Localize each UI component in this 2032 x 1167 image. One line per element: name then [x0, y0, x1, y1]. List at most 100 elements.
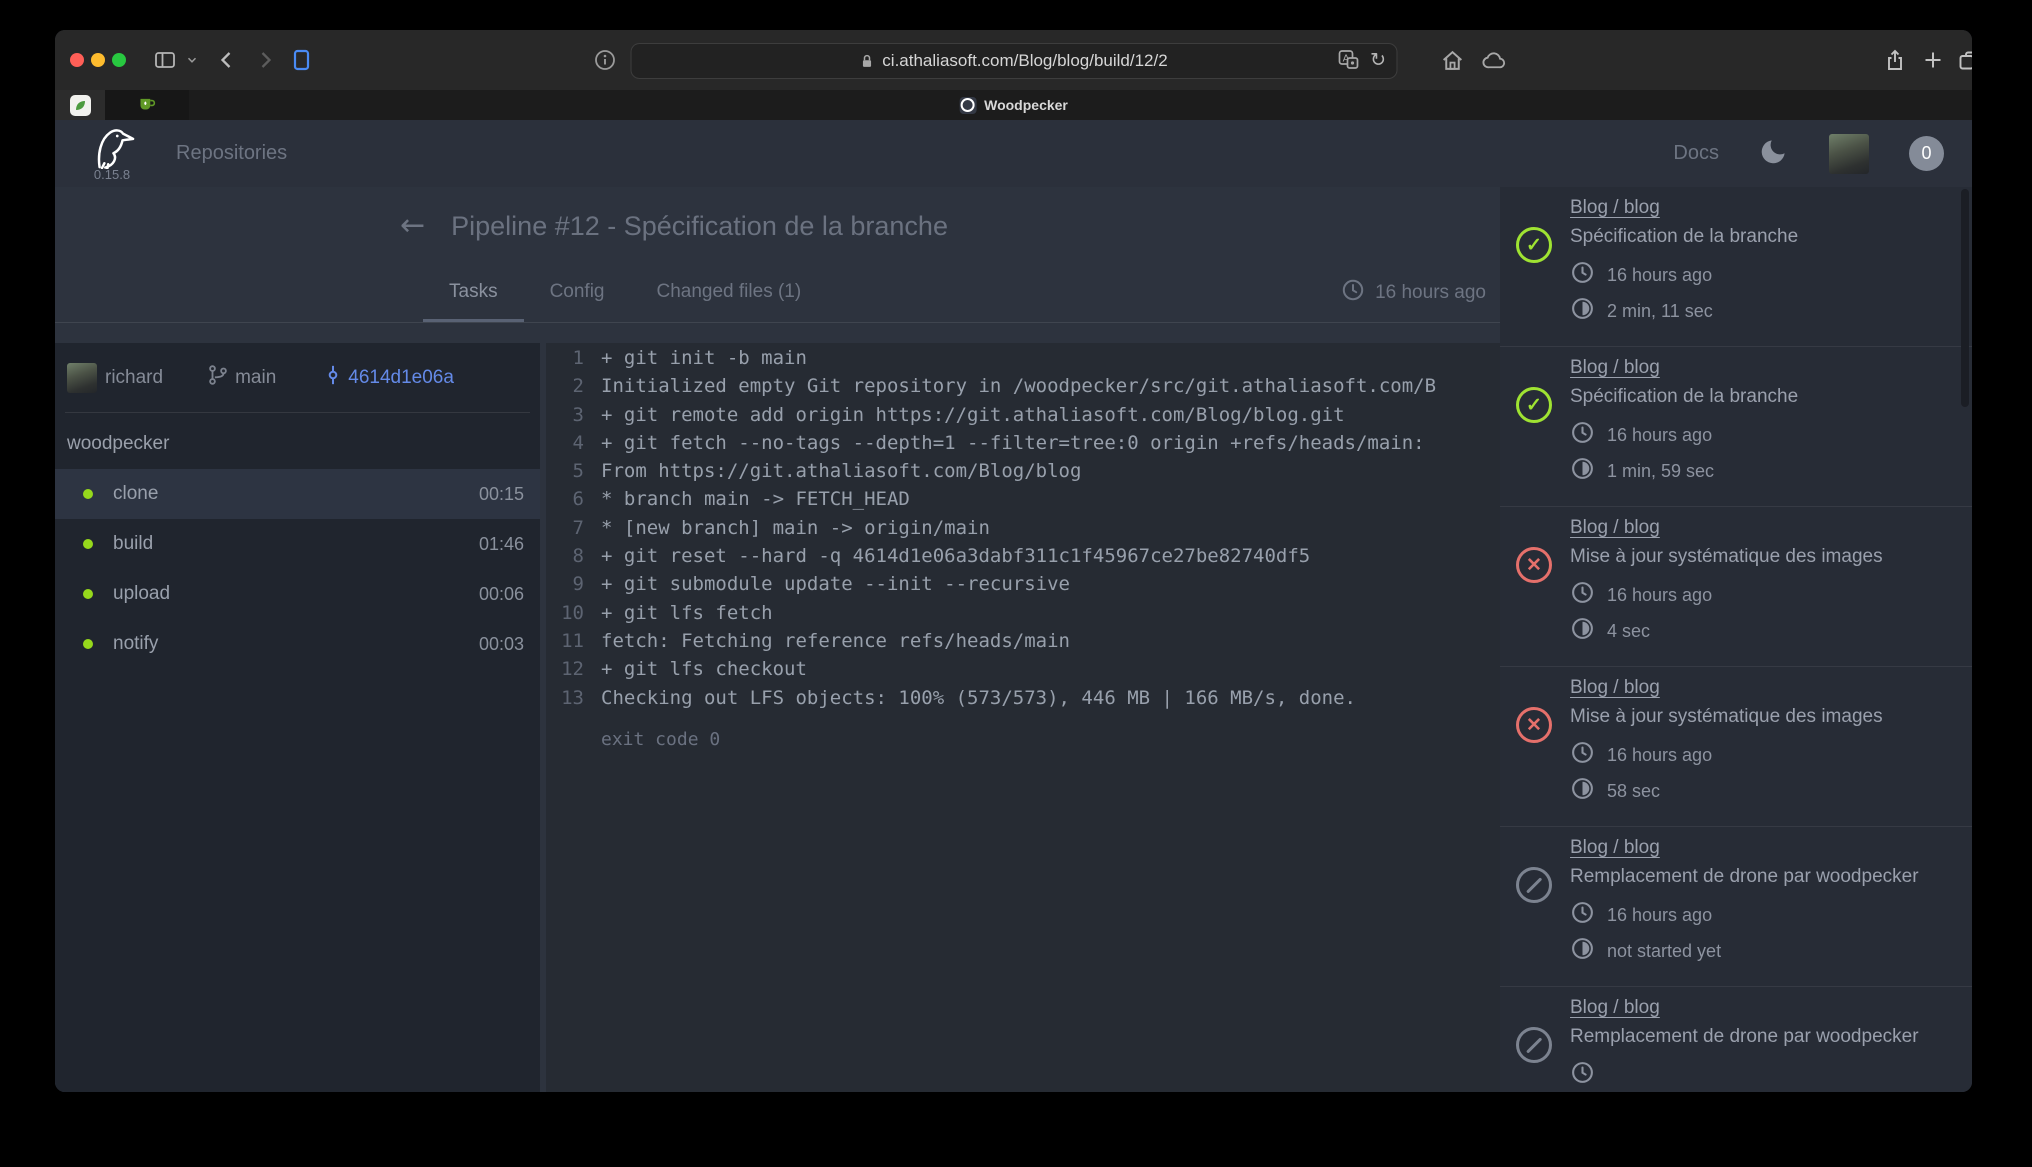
line-number: 3: [546, 401, 584, 429]
line-number: 11: [546, 627, 584, 655]
entry-duration: 1 min, 59 sec: [1607, 461, 1714, 482]
line-text: + git lfs fetch: [584, 599, 773, 627]
zoom-window-button[interactable]: [112, 53, 126, 67]
active-tab[interactable]: Woodpecker: [959, 90, 1068, 120]
active-tab-title: Woodpecker: [984, 97, 1068, 113]
cloud-icon[interactable]: [1481, 48, 1505, 72]
pipeline-tab[interactable]: Tasks: [423, 265, 524, 322]
share-icon[interactable]: [1883, 48, 1907, 72]
line-text: * branch main -> FETCH_HEAD: [584, 485, 910, 513]
console-log[interactable]: 1 + git init -b main 2 Initialized empty…: [546, 343, 1500, 1092]
line-number: 2: [546, 372, 584, 400]
notification-count-badge[interactable]: 0: [1909, 136, 1944, 171]
tab-label: Config: [550, 281, 605, 303]
commit-message: Remplacement de drone par woodpecker: [1570, 866, 1919, 888]
repo-link[interactable]: Blog / blog: [1570, 837, 1919, 859]
back-arrow-icon[interactable]: ←: [400, 211, 425, 241]
author-name: richard: [105, 367, 163, 389]
line-number: 4: [546, 429, 584, 457]
forward-icon[interactable]: [253, 48, 277, 72]
pipeline-status-icon: ✓: [1516, 387, 1552, 423]
reading-list-icon[interactable]: [289, 48, 313, 72]
repo-link[interactable]: Blog / blog: [1570, 997, 1919, 1019]
line-text: + git remote add origin https://git.atha…: [584, 401, 1345, 429]
sidebar-scrollbar[interactable]: [1961, 189, 1969, 407]
steps-panel: richard main 4614: [55, 343, 540, 1092]
pipeline-status-icon: ✕: [1516, 547, 1552, 583]
duration-icon: [1570, 456, 1595, 486]
author-avatar: [67, 363, 97, 393]
pipeline-entry[interactable]: ✕ Blog / blog Mise à jour systématique d…: [1500, 507, 1972, 667]
commit-message: Remplacement de drone par woodpecker: [1570, 1026, 1919, 1048]
pinned-tab-2[interactable]: [105, 90, 189, 120]
step-row[interactable]: notify 00:03: [55, 619, 540, 669]
reload-icon[interactable]: ↻: [1370, 48, 1386, 72]
repo-link[interactable]: Blog / blog: [1570, 677, 1883, 699]
entry-time-ago: 16 hours ago: [1607, 745, 1712, 766]
clock-icon: [1570, 900, 1595, 930]
close-window-button[interactable]: [70, 53, 84, 67]
nav-repositories-link[interactable]: Repositories: [176, 142, 287, 165]
tab-label: Changed files (1): [657, 281, 802, 303]
step-row[interactable]: upload 00:06: [55, 569, 540, 619]
entry-duration: 4 sec: [1607, 621, 1650, 642]
duration-icon: [1570, 936, 1595, 966]
duration-icon: [1570, 776, 1595, 806]
line-number: 8: [546, 542, 584, 570]
commit-hash-link[interactable]: 4614d1e06a: [348, 367, 454, 389]
pipeline-tab[interactable]: Config: [524, 265, 631, 322]
pipeline-entry[interactable]: ✓ Blog / blog Spécification de la branch…: [1500, 187, 1972, 347]
pipeline-tab[interactable]: Changed files (1): [631, 265, 828, 322]
console-line: 3 + git remote add origin https://git.at…: [546, 401, 1500, 429]
translate-icon[interactable]: A: [1336, 48, 1360, 72]
git-commit-icon: [322, 363, 344, 393]
pipeline-entry[interactable]: ✕ Blog / blog Mise à jour systématique d…: [1500, 667, 1972, 827]
branch-name[interactable]: main: [235, 367, 276, 389]
step-status-dot-icon: [83, 489, 93, 499]
chevron-down-icon[interactable]: [185, 53, 209, 77]
browser-toolbar: ci.athaliasoft.com/Blog/blog/build/12/2 …: [55, 30, 1972, 90]
clock-icon: [1570, 1060, 1595, 1090]
dark-mode-moon-icon[interactable]: [1759, 136, 1789, 171]
page-info-icon[interactable]: [593, 48, 617, 72]
step-duration: 00:03: [479, 634, 524, 655]
console-line: 10 + git lfs fetch: [546, 599, 1500, 627]
woodpecker-logo[interactable]: 0.15.8: [80, 125, 144, 182]
line-text: From https://git.athaliasoft.com/Blog/bl…: [584, 457, 1081, 485]
step-status-dot-icon: [83, 539, 93, 549]
tab-overview-icon[interactable]: [1957, 48, 1972, 72]
user-avatar[interactable]: [1829, 134, 1869, 174]
line-number: 9: [546, 570, 584, 598]
line-number: 10: [546, 599, 584, 627]
exit-code: exit code 0: [546, 726, 1500, 754]
line-number: 1: [546, 344, 584, 372]
minimize-window-button[interactable]: [91, 53, 105, 67]
console-line: 2 Initialized empty Git repository in /w…: [546, 372, 1500, 400]
new-tab-icon[interactable]: [1921, 48, 1945, 72]
home-icon[interactable]: [1440, 48, 1464, 72]
docs-link[interactable]: Docs: [1673, 142, 1719, 165]
pipeline-entry[interactable]: Blog / blog Remplacement de drone par wo…: [1500, 987, 1972, 1092]
step-row[interactable]: build 01:46: [55, 519, 540, 569]
line-number: 6: [546, 485, 584, 513]
clock-icon: [1570, 420, 1595, 450]
pipeline-entry[interactable]: Blog / blog Remplacement de drone par wo…: [1500, 827, 1972, 987]
pinned-tab-1[interactable]: [55, 90, 105, 120]
step-duration: 01:46: [479, 534, 524, 555]
pipeline-list-sidebar: ✓ Blog / blog Spécification de la branch…: [1500, 187, 1972, 1092]
git-branch-icon: [207, 363, 229, 393]
line-text: Initialized empty Git repository in /woo…: [584, 372, 1436, 400]
step-status-dot-icon: [83, 639, 93, 649]
console-line: 12 + git lfs checkout: [546, 655, 1500, 683]
repo-link[interactable]: Blog / blog: [1570, 517, 1883, 539]
pipeline-status-icon: [1516, 1027, 1552, 1063]
repo-link[interactable]: Blog / blog: [1570, 197, 1798, 219]
address-bar[interactable]: ci.athaliasoft.com/Blog/blog/build/12/2 …: [630, 43, 1397, 79]
line-text: fetch: Fetching reference refs/heads/mai…: [584, 627, 1070, 655]
sidebar-toggle-icon[interactable]: [153, 48, 177, 72]
pipeline-entry[interactable]: ✓ Blog / blog Spécification de la branch…: [1500, 347, 1972, 507]
repo-link[interactable]: Blog / blog: [1570, 357, 1798, 379]
back-icon[interactable]: [215, 48, 239, 72]
pipeline-time-ago: 16 hours ago: [1375, 282, 1486, 304]
step-row[interactable]: clone 00:15: [55, 469, 540, 519]
